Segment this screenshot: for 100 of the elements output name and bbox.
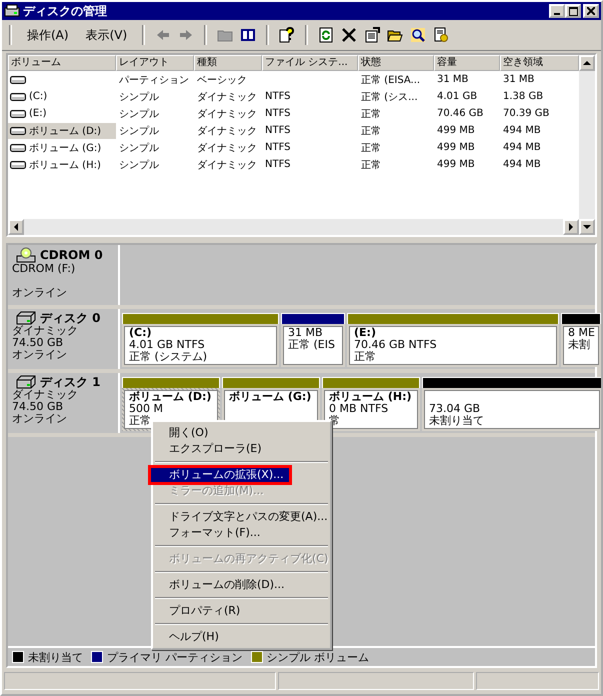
disk-name: ディスク 0 <box>40 312 101 324</box>
search-icon[interactable] <box>410 27 426 43</box>
table-cell: 499 MB <box>437 142 475 153</box>
table-cell: NTFS <box>265 125 291 136</box>
table-row-highlight[interactable]: ボリューム (D:) <box>8 122 116 138</box>
partition-info: 正常 <box>354 351 377 363</box>
panel-icon[interactable] <box>240 27 256 43</box>
hard-disk-icon <box>16 311 36 325</box>
partition-info: 正常 (EIS <box>288 339 336 351</box>
table-cell: NTFS <box>265 91 291 102</box>
table-cell: 499 MB <box>437 159 475 170</box>
table-cell: 正常 <box>361 142 381 154</box>
menu-item[interactable]: プロパティ(R) <box>155 603 328 619</box>
left-arrow-icon[interactable] <box>12 223 20 231</box>
partition-block[interactable]: 31 MB 正常 (EIS <box>281 324 345 367</box>
disk-info: オンライン <box>12 287 68 299</box>
drive-icon <box>10 160 26 170</box>
disk-info: 74.50 GB <box>12 401 64 413</box>
menu-item[interactable]: ボリュームの拡張(X)... <box>150 467 290 483</box>
column-header[interactable]: 空き領域 <box>500 55 579 71</box>
menu-item[interactable]: フォーマット(F)... <box>155 525 328 541</box>
partition-block[interactable]: (E:) 70.46 GB NTFS 正常 <box>347 324 559 367</box>
maximize-button[interactable] <box>565 4 581 18</box>
partition-info: 正常 <box>129 415 152 427</box>
disk-drive-icon <box>4 4 20 18</box>
partition-title: (C:) <box>129 327 153 339</box>
table-cell: シンプル <box>119 160 159 170</box>
partition-info: 0 MB NTFS <box>329 403 390 415</box>
table-cell: 正常 <box>361 160 381 170</box>
horizontal-scrollbar[interactable] <box>8 219 579 235</box>
column-header[interactable]: 種類 <box>194 55 262 71</box>
partition-info: 未割り当て <box>429 415 485 427</box>
settings-icon[interactable] <box>433 27 450 43</box>
table-cell: 70.46 GB <box>437 108 484 119</box>
legend-label: シンプル ボリューム <box>266 650 369 664</box>
table-cell: シンプル <box>119 92 159 102</box>
table-row-highlight[interactable]: ボリューム (G:) <box>8 140 116 156</box>
partition-block[interactable]: 73.04 GB 未割り当て <box>422 388 601 431</box>
table-cell: NTFS <box>265 159 291 170</box>
partition-block[interactable]: (C:) 4.01 GB NTFS 正常 (システム) <box>122 324 279 367</box>
partition-info: 正常 (システム) <box>129 351 208 363</box>
disk-info: ダイナミック <box>12 389 79 401</box>
drive-icon <box>10 74 26 84</box>
column-header[interactable]: ボリューム <box>8 55 116 71</box>
table-row-highlight[interactable]: ボリューム (H:) <box>8 156 116 172</box>
disk-info: CDROM (F:) <box>12 263 76 275</box>
menu-item[interactable]: 表示(V) <box>80 26 132 44</box>
legend-label: プライマリ パーティション <box>107 650 242 664</box>
partition-block[interactable]: 8 ME 未割 <box>561 324 601 367</box>
refresh-icon[interactable] <box>318 27 334 43</box>
menu-item[interactable]: ヘルプ(H) <box>155 629 328 645</box>
hard-disk-icon <box>16 375 36 389</box>
column-header[interactable]: 容量 <box>434 55 500 71</box>
table-row-highlight[interactable]: (E:) <box>8 107 116 120</box>
table-cell: パーティション <box>119 74 189 86</box>
table-cell: ダイナミック <box>197 142 257 154</box>
close-button[interactable] <box>583 4 599 18</box>
column-header[interactable]: レイアウト <box>116 55 194 71</box>
table-cell: 正常 (EISA... <box>361 74 420 86</box>
table-row-highlight[interactable]: (C:) <box>8 90 116 103</box>
disk-info: オンライン <box>12 413 68 425</box>
table-cell: ダイナミック <box>197 92 257 102</box>
right-arrow-icon[interactable] <box>567 223 575 231</box>
partition-title: (E:) <box>354 327 377 339</box>
partition-info: 8 ME <box>568 327 594 339</box>
menu-item[interactable]: ボリュームの削除(D)... <box>155 577 328 593</box>
column-header[interactable]: ファイル システ... <box>262 55 358 71</box>
table-cell-text: (E:) <box>28 107 48 120</box>
table-cell: 70.39 GB <box>503 108 550 119</box>
table-cell: NTFS <box>265 108 291 119</box>
partition-title: ボリューム (D:) <box>129 391 212 403</box>
table-cell: ダイナミック <box>197 126 257 136</box>
help-icon[interactable] <box>279 27 296 43</box>
minimize-button[interactable] <box>549 4 565 18</box>
menu-item[interactable]: ドライブ文字とパスの変更(A)... <box>155 509 328 525</box>
properties-icon[interactable] <box>364 27 380 43</box>
window-title: ディスクの管理 <box>23 2 108 20</box>
table-cell: 494 MB <box>503 142 541 153</box>
table-cell: ベーシック <box>197 74 247 86</box>
vertical-scrollbar[interactable] <box>579 55 595 235</box>
table-cell: ダイナミック <box>197 160 257 170</box>
table-cell: 31 MB <box>437 74 468 85</box>
table-cell: 4.01 GB <box>437 91 478 102</box>
partition-info: 73.04 GB <box>429 403 482 415</box>
table-cell: 正常 (シス... <box>361 92 418 102</box>
disk-name: ディスク 1 <box>40 376 101 388</box>
drive-icon <box>10 92 26 102</box>
partition-info: 70.46 GB NTFS <box>354 339 438 351</box>
down-arrow-icon[interactable] <box>583 223 591 231</box>
table-cell: 1.38 GB <box>503 91 544 102</box>
table-cell: NTFS <box>265 142 291 153</box>
menu-item[interactable]: エクスプローラ(E) <box>155 441 328 457</box>
column-header[interactable]: 状態 <box>358 55 434 71</box>
delete-icon[interactable] <box>341 27 358 43</box>
menu-item[interactable]: 操作(A) <box>22 26 74 44</box>
legend-label: 未割り当て <box>28 650 83 664</box>
partition-info: 31 MB <box>288 327 324 339</box>
table-cell: シンプル <box>119 126 159 136</box>
up-arrow-icon[interactable] <box>583 59 591 67</box>
drive-icon <box>10 126 26 136</box>
